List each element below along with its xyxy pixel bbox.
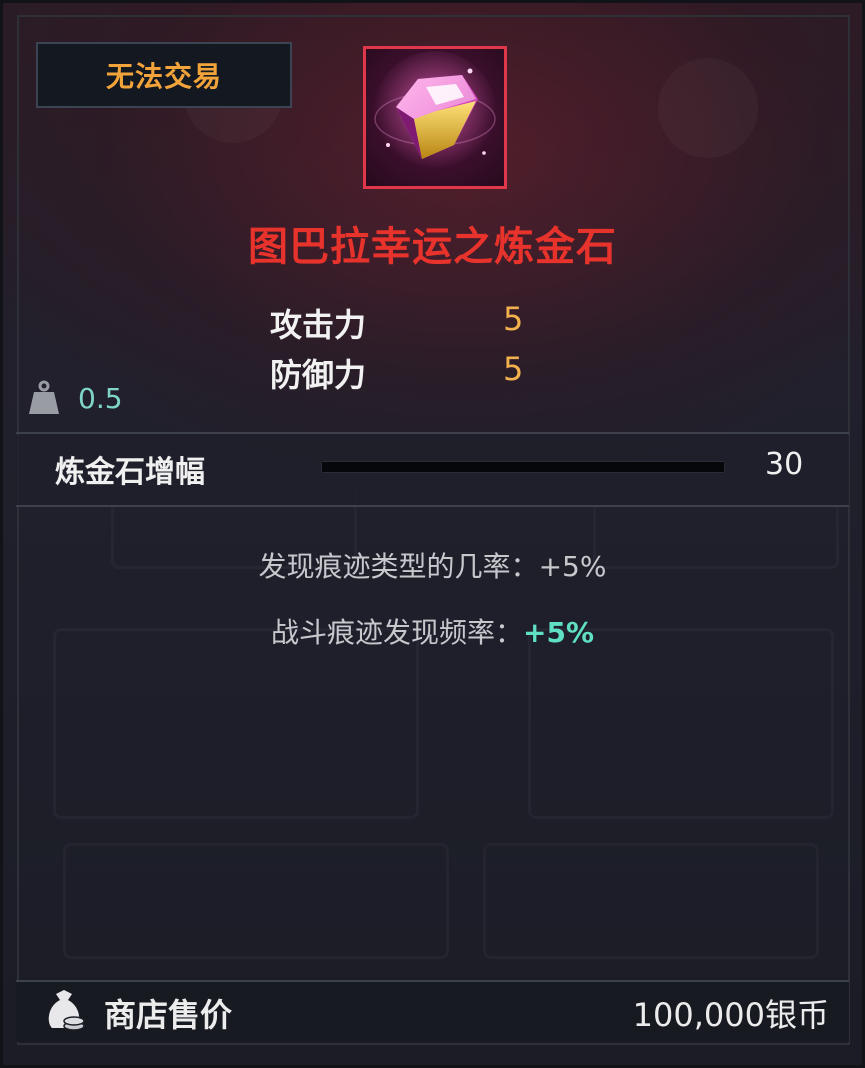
effect-line: 战斗痕迹发现频率：+5% — [0, 611, 865, 651]
divider — [16, 505, 849, 507]
item-name: 图巴拉幸运之炼金石 — [248, 224, 617, 270]
weight-icon — [28, 380, 60, 416]
shop-price-label: 商店售价 — [104, 996, 233, 1034]
background-decoration — [658, 58, 758, 158]
enhancement-value: 30 — [765, 447, 804, 482]
effect-label: 战斗痕迹发现频率： — [270, 616, 523, 649]
effect-line: 发现痕迹类型的几率：+5% — [0, 545, 865, 585]
shop-price-value: 100,000银币 — [632, 996, 829, 1034]
stat-attack-label: 攻击力 — [270, 306, 367, 344]
gem-icon[interactable] — [363, 46, 507, 189]
enhancement-progress-fill — [322, 462, 724, 472]
money-bag-icon — [42, 988, 88, 1034]
divider — [16, 432, 849, 434]
weight-value: 0.5 — [78, 382, 123, 415]
untradable-badge: 无法交易 — [36, 42, 292, 108]
background-decoration — [63, 843, 449, 959]
background-decoration — [483, 843, 819, 959]
stat-defense-label: 防御力 — [270, 356, 367, 394]
effect-label: 发现痕迹类型的几率： — [258, 550, 539, 583]
effect-value: +5% — [523, 616, 594, 649]
effect-value: +5% — [538, 550, 607, 583]
background-decoration — [53, 628, 419, 819]
background-decoration — [528, 628, 834, 819]
enhancement-progress-bar — [322, 462, 724, 472]
stat-attack-value: 5 — [503, 300, 524, 338]
enhancement-label: 炼金石增幅 — [55, 455, 205, 490]
stat-defense-value: 5 — [503, 350, 524, 388]
